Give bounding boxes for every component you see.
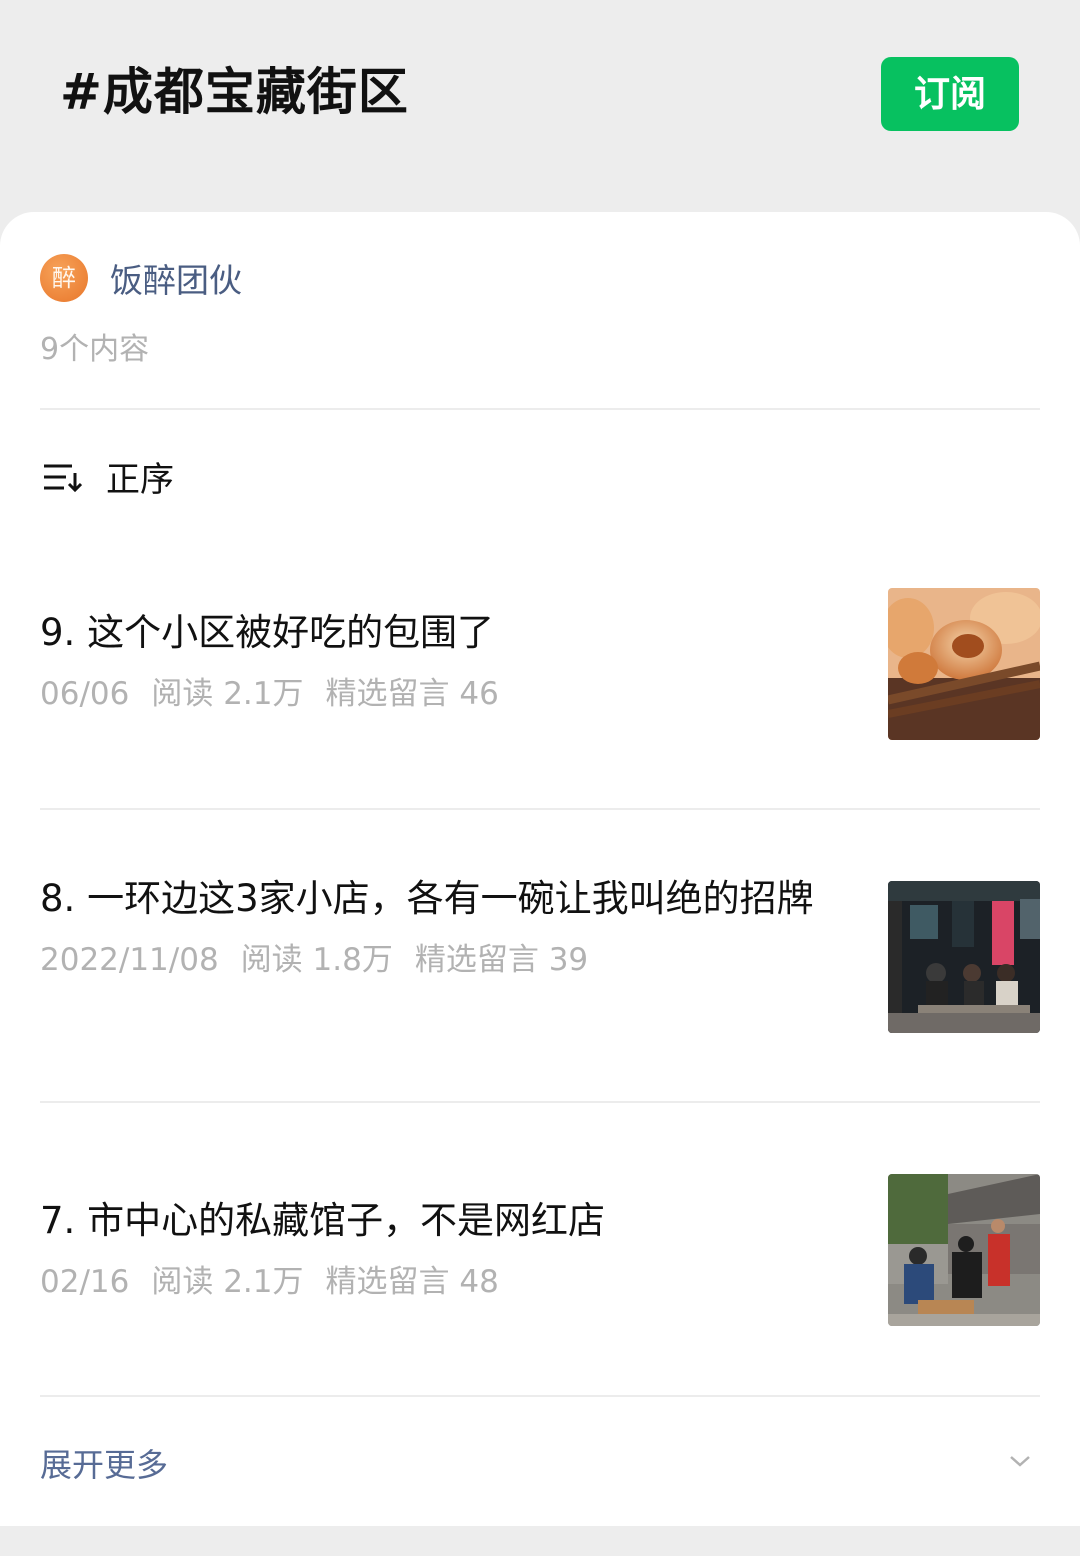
article-thumbnail[interactable] [888,881,1040,1033]
divider [40,408,1040,410]
article-comments: 精选留言 46 [325,676,499,712]
sort-label: 正序 [106,460,174,500]
divider [40,808,1040,810]
divider [40,1101,1040,1103]
outdoor-restaurant-image [888,1174,1040,1326]
article-title[interactable]: 9. 这个小区被好吃的包围了 [40,588,830,660]
album-title: #成都宝藏街区 [60,63,409,121]
author-name[interactable]: 饭醉团伙 [110,254,242,302]
album-card: 醉 饭醉团伙 9个内容 正序 9. 这个小区被好吃的包围了 06/06 阅读 2.… [0,212,1080,1526]
article-thumbnail[interactable] [888,588,1040,740]
expand-more-label[interactable]: 展开更多 [40,1440,168,1486]
sort-toggle[interactable]: 正序 [42,452,174,501]
sort-order-icon [44,464,82,492]
article-date: 2022/11/08 [40,942,219,978]
divider [40,1395,1040,1397]
content-count: 9个内容 [40,332,150,367]
bottom-spacer [0,1526,1080,1556]
article-thumbnail[interactable] [888,1174,1040,1326]
expand-more[interactable]: 展开更多 [40,1440,1040,1490]
article-title[interactable]: 7. 市中心的私藏馆子，不是网红店 [40,1174,830,1248]
article-comments: 精选留言 39 [414,942,589,978]
article-item[interactable]: 8. 一环边这3家小店，各有一碗让我叫绝的招牌 2022/11/08 阅读 1.8… [40,872,1040,1042]
album-page: #成都宝藏街区 订阅 醉 饭醉团伙 9个内容 正序 9. 这个小区被好吃的包围了… [0,0,1080,1556]
article-date: 02/16 [40,1264,130,1300]
avatar[interactable]: 醉 [40,254,88,302]
article-comments: 精选留言 48 [325,1264,499,1300]
author-row[interactable]: 醉 饭醉团伙 [40,252,242,304]
street-diners-image [888,881,1040,1033]
dumpling-image [888,588,1040,740]
subscribe-button[interactable]: 订阅 [881,57,1019,131]
article-title[interactable]: 8. 一环边这3家小店，各有一碗让我叫绝的招牌 [40,872,830,926]
article-date: 06/06 [40,676,130,712]
chevron-down-icon[interactable] [1008,1452,1032,1470]
article-reads: 阅读 1.8万 [240,942,393,978]
article-item[interactable]: 9. 这个小区被好吃的包围了 06/06 阅读 2.1万 精选留言 46 [40,588,1040,740]
article-reads: 阅读 2.1万 [151,676,304,712]
article-item[interactable]: 7. 市中心的私藏馆子，不是网红店 02/16 阅读 2.1万 精选留言 48 [40,1174,1040,1326]
article-reads: 阅读 2.1万 [151,1264,304,1300]
album-header: #成都宝藏街区 订阅 [0,0,1080,212]
